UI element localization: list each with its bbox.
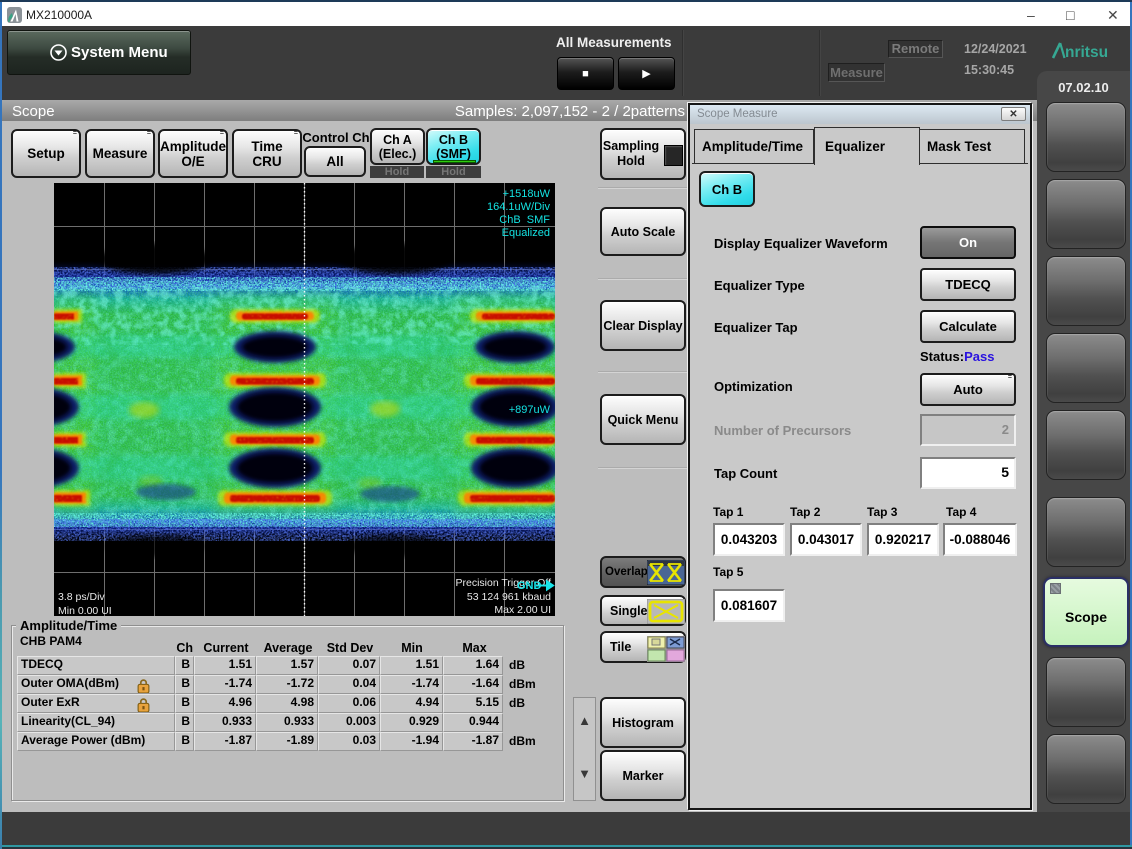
svg-text:+897uW: +897uW <box>509 404 551 416</box>
svg-text:+1518uW: +1518uW <box>503 188 551 200</box>
svg-text:nritsu: nritsu <box>1065 44 1108 59</box>
svg-text:Equalized: Equalized <box>502 227 550 239</box>
svg-text:Min 0.00 UI: Min 0.00 UI <box>58 605 112 616</box>
svg-text:Max 2.00 UI: Max 2.00 UI <box>494 604 551 616</box>
svg-text:ChB SMF: ChB SMF <box>499 214 550 226</box>
svg-text:3.8 ps/Div: 3.8 ps/Div <box>58 591 105 603</box>
svg-text:53 124 961 kbaud: 53 124 961 kbaud <box>467 591 551 603</box>
svg-text:164.1uW/Div: 164.1uW/Div <box>487 201 550 213</box>
